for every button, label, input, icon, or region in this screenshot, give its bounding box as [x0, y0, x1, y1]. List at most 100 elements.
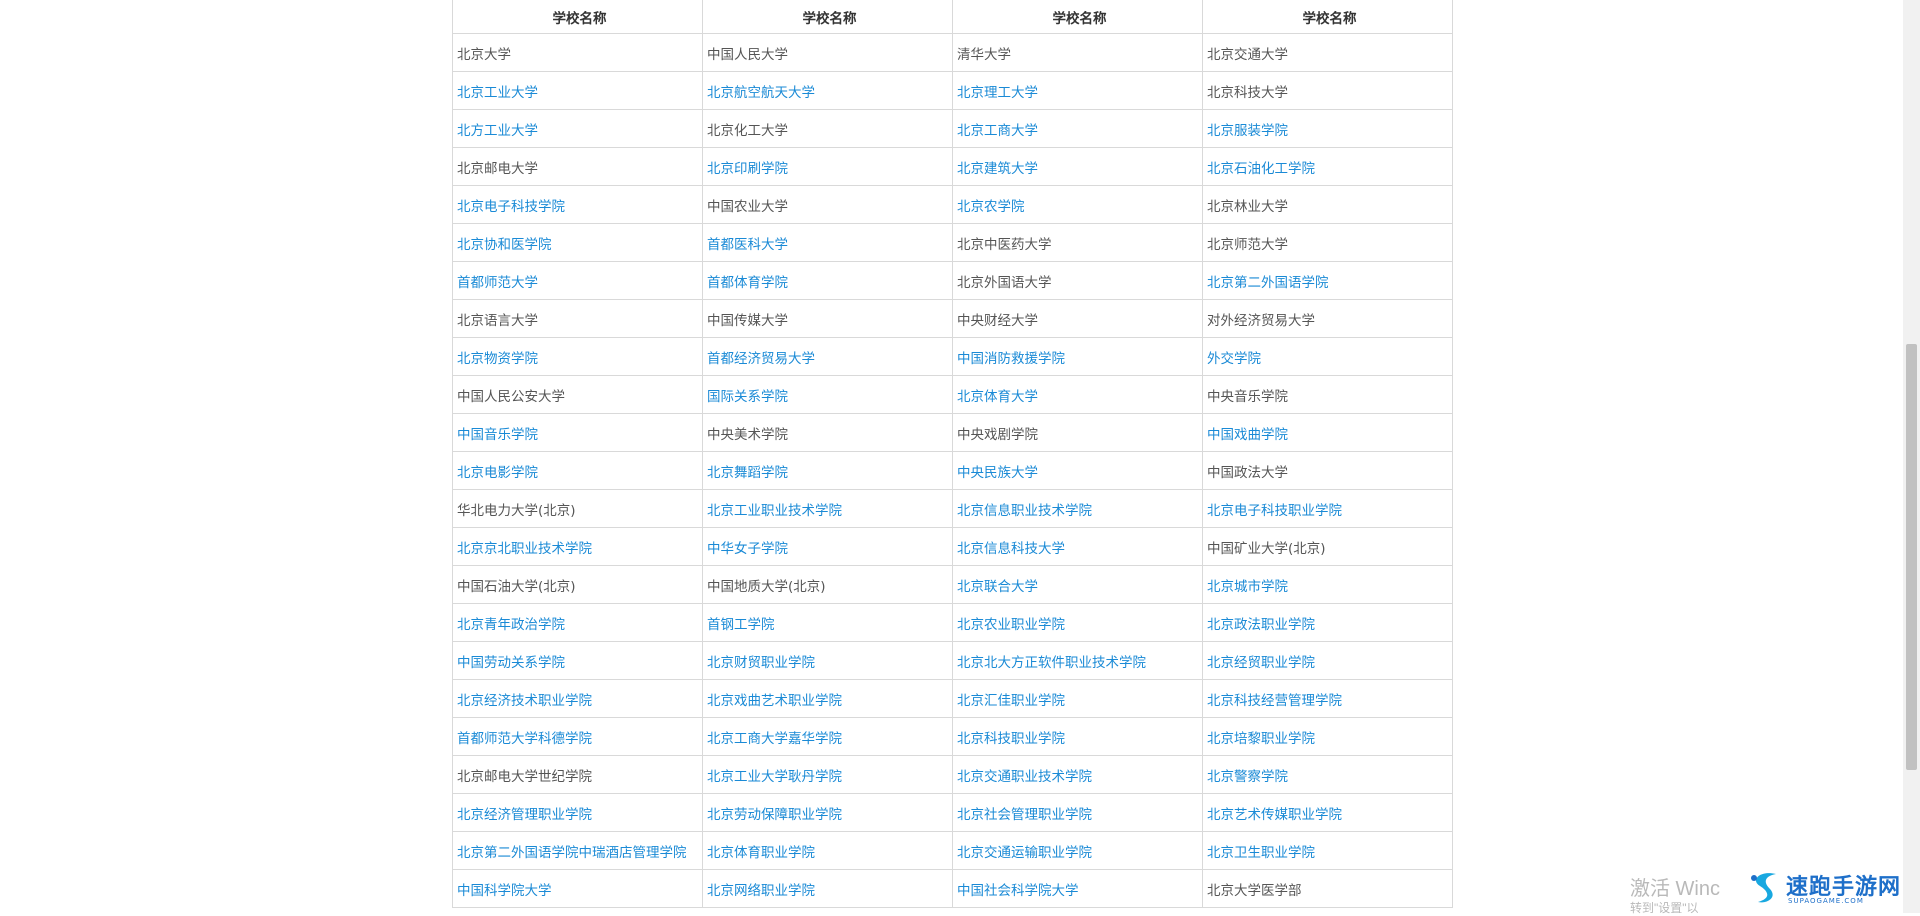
school-link[interactable]: 北京信息科技大学: [957, 541, 1065, 557]
school-name: 中央戏剧学院: [957, 426, 1038, 443]
school-link[interactable]: 北京工业职业技术学院: [707, 503, 842, 519]
school-link[interactable]: 北京经贸职业学院: [1207, 655, 1315, 671]
school-link[interactable]: 北京北大方正软件职业技术学院: [957, 655, 1146, 671]
table-cell: 北京农学院: [952, 185, 1203, 224]
table-cell: 北京体育职业学院: [702, 831, 953, 870]
table-cell: 外交学院: [1202, 337, 1453, 376]
school-link[interactable]: 首钢工学院: [707, 617, 775, 633]
school-link[interactable]: 北京工商大学嘉华学院: [707, 731, 842, 747]
school-link[interactable]: 北京舞蹈学院: [707, 465, 788, 481]
school-link[interactable]: 北京艺术传媒职业学院: [1207, 807, 1342, 823]
school-link[interactable]: 北京电子科技学院: [457, 199, 565, 215]
school-link[interactable]: 首都医科大学: [707, 237, 788, 253]
school-link[interactable]: 北京联合大学: [957, 579, 1038, 595]
school-link[interactable]: 北京电影学院: [457, 465, 538, 481]
school-name: 中国政法大学: [1207, 464, 1288, 481]
school-name: 中国农业大学: [707, 198, 788, 215]
school-link[interactable]: 北京农学院: [957, 199, 1025, 215]
school-link[interactable]: 首都体育学院: [707, 275, 788, 291]
school-link[interactable]: 北京工业大学耿丹学院: [707, 769, 842, 785]
table-cell: 北京社会管理职业学院: [952, 793, 1203, 832]
school-link[interactable]: 北京协和医学院: [457, 237, 552, 253]
school-link[interactable]: 北京青年政治学院: [457, 617, 565, 633]
table-row: 北京协和医学院 首都医科大学 北京中医药大学 北京师范大学: [452, 223, 1453, 262]
table-cell: 北京电子科技职业学院: [1202, 489, 1453, 528]
school-link[interactable]: 北方工业大学: [457, 123, 538, 139]
school-link[interactable]: 首都师范大学科德学院: [457, 731, 592, 747]
school-link[interactable]: 北京电子科技职业学院: [1207, 503, 1342, 519]
school-link[interactable]: 北京经济技术职业学院: [457, 693, 592, 709]
school-link[interactable]: 北京京北职业技术学院: [457, 541, 592, 557]
table-cell: 中国劳动关系学院: [452, 641, 703, 680]
school-link[interactable]: 北京信息职业技术学院: [957, 503, 1092, 519]
table-cell: 首都体育学院: [702, 261, 953, 300]
school-link[interactable]: 首都师范大学: [457, 275, 538, 291]
school-link[interactable]: 中国音乐学院: [457, 427, 538, 443]
school-link[interactable]: 中央民族大学: [957, 465, 1038, 481]
school-link[interactable]: 北京财贸职业学院: [707, 655, 815, 671]
school-link[interactable]: 北京劳动保障职业学院: [707, 807, 842, 823]
school-link[interactable]: 北京工业大学: [457, 85, 538, 101]
table-cell: 对外经济贸易大学: [1202, 299, 1453, 338]
school-link[interactable]: 北京印刷学院: [707, 161, 788, 177]
table-cell: 北京理工大学: [952, 71, 1203, 110]
windows-activation-watermark: 激活 Winc 转到"设置"以: [1630, 872, 1720, 916]
school-link[interactable]: 北京理工大学: [957, 85, 1038, 101]
table-cell: 国际关系学院: [702, 375, 953, 414]
school-link[interactable]: 外交学院: [1207, 351, 1261, 367]
table-cell: 北京第二外国语学院: [1202, 261, 1453, 300]
school-link[interactable]: 北京科技经营管理学院: [1207, 693, 1342, 709]
school-link[interactable]: 北京警察学院: [1207, 769, 1288, 785]
school-link[interactable]: 中华女子学院: [707, 541, 788, 557]
table-row: 首都师范大学科德学院 北京工商大学嘉华学院 北京科技职业学院 北京培黎职业学院: [452, 717, 1453, 756]
school-name: 中国人民公安大学: [457, 388, 565, 405]
school-link[interactable]: 北京交通运输职业学院: [957, 845, 1092, 861]
vertical-scrollbar[interactable]: [1903, 0, 1920, 913]
school-link[interactable]: 国际关系学院: [707, 389, 788, 405]
school-link[interactable]: 北京科技职业学院: [957, 731, 1065, 747]
school-link[interactable]: 北京服装学院: [1207, 123, 1288, 139]
site-logo[interactable]: 速跑手游网 SUPAOGAME.COM: [1746, 866, 1906, 910]
table-row: 中国劳动关系学院 北京财贸职业学院 北京北大方正软件职业技术学院 北京经贸职业学院: [452, 641, 1453, 680]
table-cell: 北京中医药大学: [952, 223, 1203, 262]
school-link[interactable]: 首都经济贸易大学: [707, 351, 815, 367]
school-link[interactable]: 北京汇佳职业学院: [957, 693, 1065, 709]
school-table: 学校名称 学校名称 学校名称 学校名称 北京大学 中国人民大学 清华大学 北京交通大学…: [452, 0, 1453, 908]
table-cell: 北京网络职业学院: [702, 869, 953, 908]
school-link[interactable]: 北京政法职业学院: [1207, 617, 1315, 633]
school-link[interactable]: 中国科学院大学: [457, 883, 552, 899]
school-link[interactable]: 北京培黎职业学院: [1207, 731, 1315, 747]
column-header: 学校名称: [702, 0, 953, 34]
school-link[interactable]: 北京石油化工学院: [1207, 161, 1315, 177]
school-link[interactable]: 北京网络职业学院: [707, 883, 815, 899]
table-cell: 北京化工大学: [702, 109, 953, 148]
school-link[interactable]: 北京航空航天大学: [707, 85, 815, 101]
school-link[interactable]: 中国戏曲学院: [1207, 427, 1288, 443]
school-link[interactable]: 北京交通职业技术学院: [957, 769, 1092, 785]
school-link[interactable]: 北京社会管理职业学院: [957, 807, 1092, 823]
table-cell: 北京政法职业学院: [1202, 603, 1453, 642]
table-cell: 北京印刷学院: [702, 147, 953, 186]
school-name: 北京交通大学: [1207, 46, 1288, 63]
school-link[interactable]: 中国消防救援学院: [957, 351, 1065, 367]
school-link[interactable]: 北京体育职业学院: [707, 845, 815, 861]
school-name: 中国石油大学(北京): [457, 578, 576, 595]
school-link[interactable]: 北京体育大学: [957, 389, 1038, 405]
school-link[interactable]: 中国劳动关系学院: [457, 655, 565, 671]
scrollbar-thumb[interactable]: [1906, 344, 1917, 770]
table-cell: 中国地质大学(北京): [702, 565, 953, 604]
school-link[interactable]: 北京物资学院: [457, 351, 538, 367]
school-name: 中国人民大学: [707, 46, 788, 63]
school-link[interactable]: 中国社会科学院大学: [957, 883, 1079, 899]
table-row: 华北电力大学(北京) 北京工业职业技术学院 北京信息职业技术学院 北京电子科技职业学院: [452, 489, 1453, 528]
school-link[interactable]: 北京第二外国语学院: [1207, 275, 1329, 291]
school-link[interactable]: 北京第二外国语学院中瑞酒店管理学院: [457, 845, 687, 861]
school-link[interactable]: 北京城市学院: [1207, 579, 1288, 595]
table-row: 北京语言大学 中国传媒大学 中央财经大学 对外经济贸易大学: [452, 299, 1453, 338]
school-link[interactable]: 北京卫生职业学院: [1207, 845, 1315, 861]
school-link[interactable]: 北京戏曲艺术职业学院: [707, 693, 842, 709]
school-link[interactable]: 北京工商大学: [957, 123, 1038, 139]
school-link[interactable]: 北京建筑大学: [957, 161, 1038, 177]
school-link[interactable]: 北京经济管理职业学院: [457, 807, 592, 823]
school-link[interactable]: 北京农业职业学院: [957, 617, 1065, 633]
